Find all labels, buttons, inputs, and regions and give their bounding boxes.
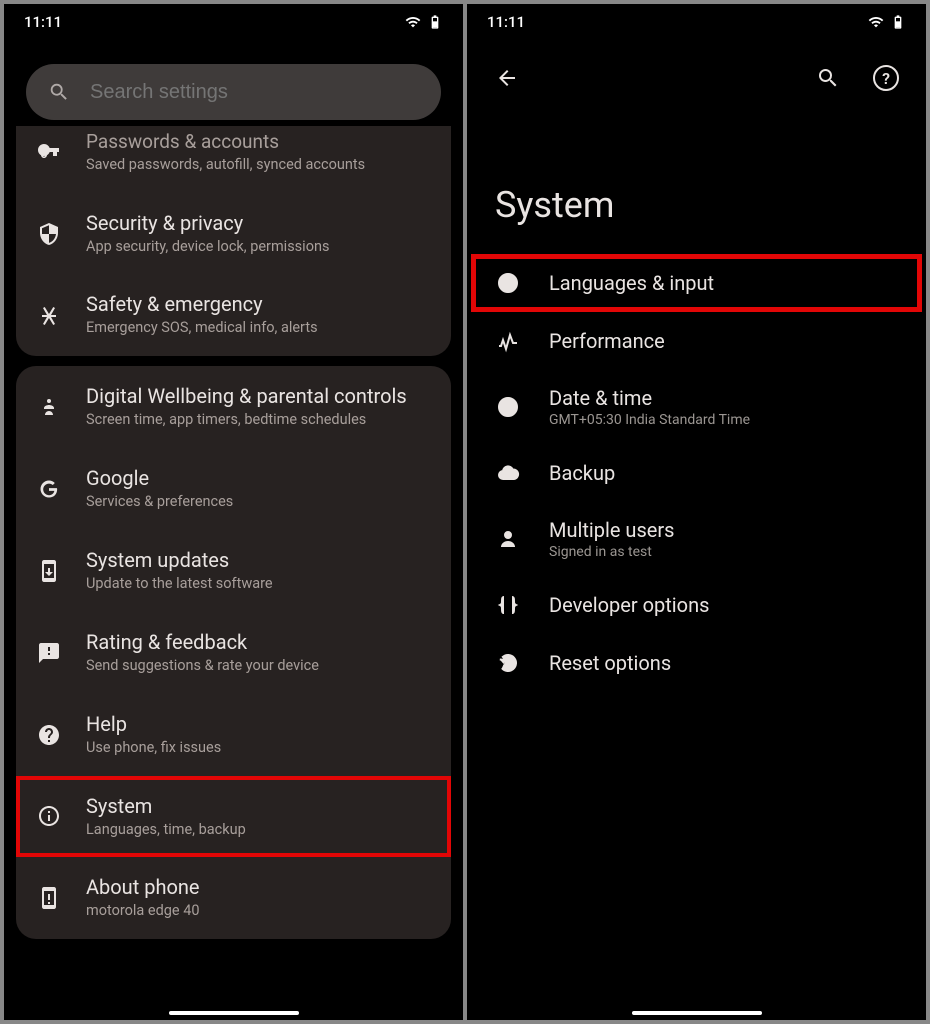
shield-icon [36, 221, 62, 247]
nav-indicator[interactable] [632, 1011, 762, 1015]
page-title: System [467, 116, 926, 254]
settings-item-title: Security & privacy [86, 211, 431, 236]
settings-item-about[interactable]: About phone motorola edge 40 [16, 857, 451, 939]
settings-item-title: System updates [86, 548, 431, 573]
system-item-users[interactable]: Multiple users Signed in as test [471, 502, 922, 576]
reset-icon [495, 650, 521, 676]
help-icon [36, 722, 62, 748]
system-item-backup[interactable]: Backup [471, 444, 922, 502]
settings-item-subtitle: Use phone, fix issues [86, 739, 431, 758]
help-button[interactable]: ? [864, 56, 908, 100]
search-icon [816, 66, 840, 90]
settings-item-help[interactable]: Help Use phone, fix issues [16, 694, 451, 776]
back-button[interactable] [485, 56, 529, 100]
system-item-performance[interactable]: Performance [471, 312, 922, 370]
system-item-title: Multiple users [549, 518, 898, 542]
topbar: ? [467, 40, 926, 116]
clock-icon [495, 394, 521, 420]
globe-icon [495, 270, 521, 296]
system-item-title: Backup [549, 461, 898, 485]
settings-item-system[interactable]: System Languages, time, backup [16, 776, 451, 858]
key-icon [36, 139, 62, 165]
wellbeing-icon [36, 394, 62, 420]
settings-item-title: Safety & emergency [86, 292, 431, 317]
settings-item-subtitle: Services & preferences [86, 493, 431, 512]
system-item-subtitle: GMT+05:30 India Standard Time [549, 412, 898, 428]
settings-item-google[interactable]: Google Services & preferences [16, 448, 451, 530]
search-button[interactable] [806, 56, 850, 100]
settings-item-subtitle: Screen time, app timers, bedtime schedul… [86, 411, 431, 430]
settings-group-system: Digital Wellbeing & parental controls Sc… [16, 366, 451, 939]
status-bar: 11:11 [467, 4, 926, 40]
system-settings-list: Languages & input Performance Date & tim… [467, 254, 926, 692]
system-item-title: Developer options [549, 593, 898, 617]
system-item-developer[interactable]: Developer options [471, 576, 922, 634]
user-icon [495, 526, 521, 552]
battery-icon [890, 14, 906, 30]
settings-item-title: Google [86, 466, 431, 491]
cloud-icon [495, 460, 521, 486]
settings-item-title: Help [86, 712, 431, 737]
settings-item-title: Digital Wellbeing & parental controls [86, 384, 431, 409]
settings-item-subtitle: Update to the latest software [86, 575, 431, 594]
settings-item-subtitle: Languages, time, backup [86, 821, 431, 840]
settings-item-updates[interactable]: System updates Update to the latest soft… [16, 530, 451, 612]
settings-item-subtitle: Emergency SOS, medical info, alerts [86, 319, 431, 338]
settings-item-subtitle: motorola edge 40 [86, 902, 431, 921]
phone-update-icon [36, 558, 62, 584]
settings-item-passwords[interactable]: Passwords & accounts Saved passwords, au… [16, 126, 451, 193]
system-item-title: Date & time [549, 386, 898, 410]
settings-item-title: About phone [86, 875, 431, 900]
info-icon [36, 803, 62, 829]
back-arrow-icon [495, 66, 519, 90]
system-item-languages[interactable]: Languages & input [471, 254, 922, 312]
braces-icon [495, 592, 521, 618]
google-icon [36, 476, 62, 502]
search-icon [48, 81, 70, 103]
status-icons [405, 14, 443, 30]
battery-icon [427, 14, 443, 30]
settings-item-subtitle: Send suggestions & rate your device [86, 657, 431, 676]
system-item-reset[interactable]: Reset options [471, 634, 922, 692]
settings-item-wellbeing[interactable]: Digital Wellbeing & parental controls Sc… [16, 366, 451, 448]
performance-icon [495, 328, 521, 354]
settings-item-subtitle: App security, device lock, permissions [86, 238, 431, 257]
system-settings-screen: 11:11 ? System Languages & input Perform… [467, 4, 926, 1020]
settings-item-title: Passwords & accounts [86, 130, 431, 154]
system-item-title: Reset options [549, 651, 898, 675]
settings-item-title: Rating & feedback [86, 630, 431, 655]
system-item-subtitle: Signed in as test [549, 544, 898, 560]
asterisk-icon [36, 302, 62, 328]
status-bar: 11:11 [4, 4, 463, 40]
settings-item-feedback[interactable]: Rating & feedback Send suggestions & rat… [16, 612, 451, 694]
nav-indicator[interactable] [169, 1011, 299, 1015]
status-icons [868, 14, 906, 30]
search-settings-bar[interactable] [26, 64, 441, 120]
settings-item-security[interactable]: Security & privacy App security, device … [16, 193, 451, 275]
settings-group-accounts: Passwords & accounts Saved passwords, au… [16, 126, 451, 356]
settings-main-screen: 11:11 Passwords & accounts Saved passwor… [4, 4, 463, 1020]
status-time: 11:11 [487, 13, 525, 31]
settings-item-subtitle: Saved passwords, autofill, synced accoun… [86, 156, 431, 175]
settings-item-safety[interactable]: Safety & emergency Emergency SOS, medica… [16, 274, 451, 356]
feedback-icon [36, 640, 62, 666]
system-item-title: Performance [549, 329, 898, 353]
settings-item-title: System [86, 794, 431, 819]
status-time: 11:11 [24, 13, 62, 31]
system-item-title: Languages & input [549, 271, 898, 295]
help-icon: ? [873, 65, 899, 91]
search-settings-input[interactable] [90, 81, 419, 104]
system-item-datetime[interactable]: Date & time GMT+05:30 India Standard Tim… [471, 370, 922, 444]
phone-info-icon [36, 885, 62, 911]
wifi-icon [405, 14, 421, 30]
wifi-icon [868, 14, 884, 30]
